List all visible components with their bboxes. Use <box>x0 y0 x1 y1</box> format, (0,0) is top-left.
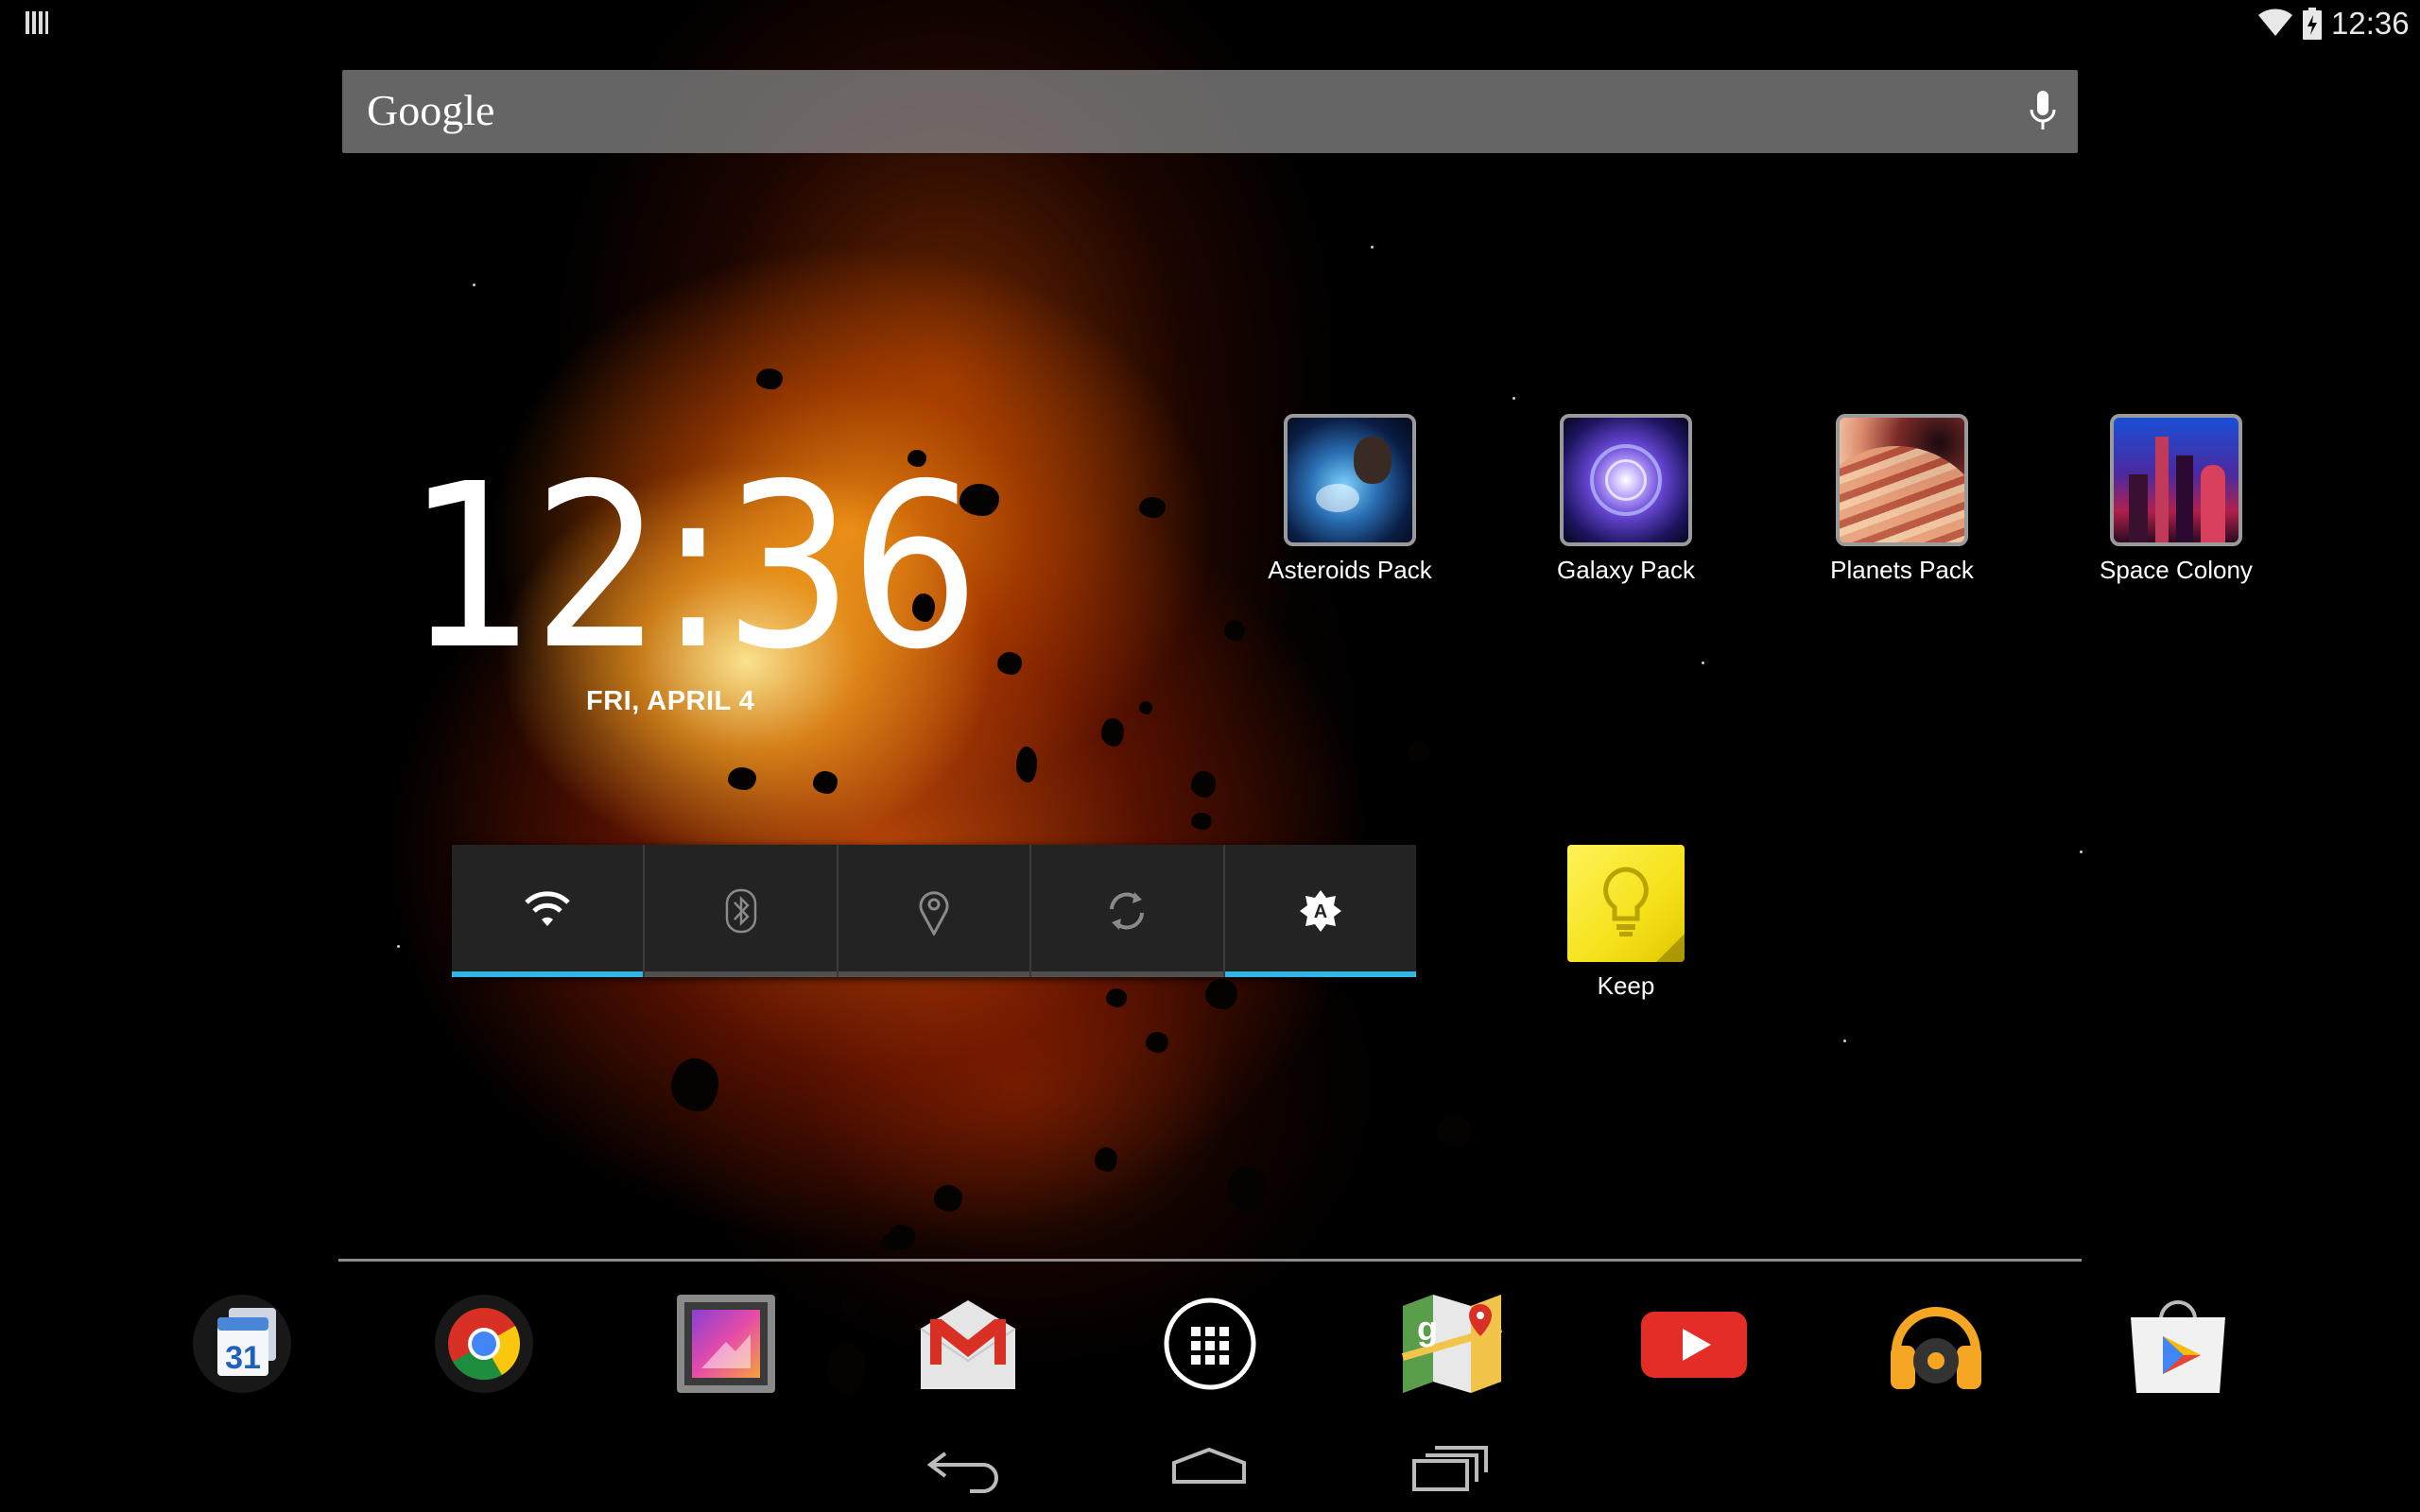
app-asteroids-pack[interactable]: Asteroids Pack <box>1246 414 1454 585</box>
home-screen: 12:36 Google 12:36 FRI, APRIL 4 Asteroid… <box>0 0 2420 1512</box>
asteroids-pack-icon <box>1284 414 1416 546</box>
location-icon <box>919 891 949 936</box>
home-icon[interactable] <box>1167 1444 1252 1493</box>
navigation-bar <box>0 1421 2420 1512</box>
chrome-icon[interactable] <box>431 1291 537 1397</box>
wifi-icon <box>525 891 570 926</box>
svg-text:A: A <box>1314 902 1327 922</box>
play-music-icon[interactable] <box>1883 1291 1989 1397</box>
play-store-icon[interactable] <box>2125 1291 2231 1397</box>
gmail-icon[interactable] <box>915 1291 1021 1397</box>
app-label: Asteroids Pack <box>1268 556 1432 584</box>
galaxy-pack-icon <box>1560 414 1692 546</box>
sync-toggle[interactable] <box>1031 845 1225 977</box>
wifi-icon <box>2258 9 2292 37</box>
recents-icon[interactable] <box>1409 1444 1494 1493</box>
app-keep[interactable]: Keep <box>1522 845 1730 1001</box>
bluetooth-toggle[interactable] <box>645 845 838 977</box>
app-label: Planets Pack <box>1830 556 1974 584</box>
google-search-bar[interactable]: Google <box>342 70 2078 153</box>
bluetooth-icon <box>725 888 756 934</box>
maps-icon[interactable]: g <box>1399 1291 1505 1397</box>
gallery-icon[interactable] <box>673 1291 779 1397</box>
calendar-icon[interactable]: 31 <box>189 1291 295 1397</box>
brightness-toggle[interactable]: A <box>1224 845 1417 977</box>
status-bar: 12:36 <box>0 0 2420 47</box>
svg-text:31: 31 <box>225 1340 261 1376</box>
youtube-icon[interactable] <box>1641 1291 1747 1397</box>
app-label: Galaxy Pack <box>1557 556 1695 584</box>
back-icon[interactable] <box>925 1444 1010 1493</box>
app-drawer-icon[interactable] <box>1157 1291 1263 1397</box>
planets-pack-icon <box>1836 414 1968 546</box>
keep-icon <box>1567 845 1685 962</box>
power-control-widget: A <box>452 845 1417 977</box>
space-colony-icon <box>2110 414 2242 546</box>
notification-icon[interactable] <box>25 9 49 36</box>
app-galaxy-pack[interactable]: Galaxy Pack <box>1522 414 1730 585</box>
app-label: Space Colony <box>2100 556 2253 584</box>
mic-icon[interactable] <box>2027 89 2059 134</box>
status-time: 12:36 <box>2331 6 2410 41</box>
auto-brightness-icon: A <box>1299 890 1341 932</box>
app-planets-pack[interactable]: Planets Pack <box>1798 414 2006 585</box>
battery-charging-icon <box>2303 8 2322 40</box>
clock-time[interactable]: 12:36 <box>406 444 979 690</box>
wallpaper <box>0 0 2420 1512</box>
app-space-colony[interactable]: Space Colony <box>2072 414 2280 585</box>
wifi-toggle[interactable] <box>452 845 646 977</box>
location-toggle[interactable] <box>838 845 1032 977</box>
svg-text:g: g <box>1417 1309 1438 1348</box>
sync-icon <box>1110 892 1145 930</box>
app-label: Keep <box>1597 971 1655 1000</box>
google-logo[interactable]: Google <box>367 85 494 135</box>
clock-date[interactable]: FRI, APRIL 4 <box>586 686 754 717</box>
dock-divider <box>338 1259 2082 1262</box>
